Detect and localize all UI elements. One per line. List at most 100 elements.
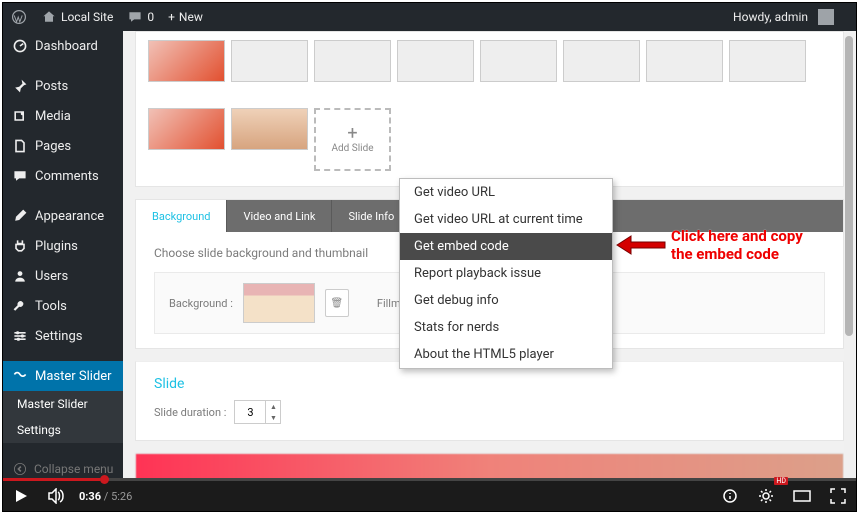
yt-play-button[interactable] [3, 481, 39, 511]
background-label: Background : [169, 297, 233, 310]
slide-thumb-8[interactable] [729, 40, 806, 82]
sidebar-item-label: Comments [35, 169, 99, 184]
ctx-about-html5[interactable]: About the HTML5 player [400, 341, 612, 368]
slide-duration-spinner[interactable]: ▲▼ [234, 400, 281, 424]
ctx-get-video-url-current[interactable]: Get video URL at current time [400, 206, 612, 233]
yt-watch-later-button[interactable] [712, 481, 748, 511]
volume-icon [48, 488, 66, 504]
adminbar-account[interactable]: Howdy, admin [733, 9, 834, 25]
yt-fullscreen-button[interactable] [820, 481, 856, 511]
yt-settings-button[interactable]: HD [748, 481, 784, 511]
trash-icon: 🗑 [331, 298, 344, 309]
admin-sidebar: Dashboard Posts Media Pages Comments App… [3, 31, 123, 481]
yt-duration: 5:26 [111, 490, 132, 503]
yt-current-time: 0:36 [79, 490, 101, 503]
slide-thumb-5[interactable] [480, 40, 557, 82]
sidebar-item-comments[interactable]: Comments [3, 161, 123, 191]
ctx-label: Get video URL [414, 185, 495, 200]
tab-label: Slide Info [348, 210, 394, 223]
comment-icon [12, 168, 28, 184]
sidebar-item-label: Posts [35, 79, 68, 94]
spinner-down[interactable]: ▼ [266, 412, 280, 423]
slide-preview-image [135, 453, 844, 481]
page-icon [12, 138, 28, 154]
tutorial-annotation: Click here and copy the embed code [615, 227, 803, 263]
sidebar-item-plugins[interactable]: Plugins [3, 231, 123, 261]
sidebar-item-settings[interactable]: Settings [3, 321, 123, 351]
adminbar-new-label: New [179, 10, 203, 24]
yt-theater-button[interactable] [784, 481, 820, 511]
yt-progress-bar[interactable] [3, 478, 856, 481]
content-scrollbar[interactable] [844, 33, 854, 479]
submenu-label: Settings [17, 423, 61, 437]
slides-panel: #1◉ ⧉ 🗑 #2◉ ⧉ 🗑 #3◉ ⧉ 🗑 #4◉ ⧉ 🗑 #5◉ ⧉ 🗑 … [135, 31, 844, 187]
pin-icon [12, 78, 28, 94]
adminbar-comments[interactable]: 0 [127, 9, 154, 25]
slide-thumb-2[interactable] [231, 40, 308, 82]
adminbar-site-name: Local Site [61, 10, 113, 24]
plug-icon [12, 238, 28, 254]
background-thumbnail[interactable] [243, 283, 315, 323]
ctx-get-debug-info[interactable]: Get debug info [400, 287, 612, 314]
adminbar-wp-logo[interactable] [11, 9, 27, 25]
ctx-get-video-url[interactable]: Get video URL [400, 179, 612, 206]
ctx-stats-for-nerds[interactable]: Stats for nerds [400, 314, 612, 341]
slide-settings: Slide duration : ▲▼ [135, 392, 844, 441]
slide-thumb-4[interactable] [397, 40, 474, 82]
scrollbar-thumb[interactable] [845, 36, 853, 336]
comment-icon [127, 9, 143, 25]
sidebar-item-label: Plugins [35, 239, 78, 254]
sidebar-item-appearance[interactable]: Appearance [3, 201, 123, 231]
master-slider-icon [12, 368, 28, 384]
submenu-ms-settings[interactable]: Settings [3, 417, 123, 443]
adminbar-new[interactable]: + New [168, 10, 203, 24]
wp-admin-bar: Local Site 0 + New Howdy, admin [3, 3, 856, 31]
sidebar-item-tools[interactable]: Tools [3, 291, 123, 321]
slide-thumb-3[interactable] [314, 40, 391, 82]
tab-background[interactable]: Background [136, 200, 227, 232]
sidebar-item-label: Appearance [35, 209, 104, 224]
youtube-context-menu: Get video URL Get video URL at current t… [399, 178, 613, 369]
slide-thumb-6[interactable] [563, 40, 640, 82]
sidebar-item-master-slider[interactable]: Master Slider [3, 361, 123, 391]
sidebar-item-label: Pages [35, 139, 71, 154]
collapse-label: Collapse menu [34, 462, 113, 476]
tab-video-and-link[interactable]: Video and Link [227, 200, 332, 232]
slide-thumb-10[interactable] [231, 108, 308, 150]
sidebar-item-label: Settings [35, 329, 82, 344]
slide-duration-label: Slide duration : [154, 406, 226, 419]
arrow-left-icon [615, 232, 667, 258]
ctx-report-playback[interactable]: Report playback issue [400, 260, 612, 287]
slide-thumb-1[interactable] [148, 40, 225, 82]
sidebar-item-posts[interactable]: Posts [3, 71, 123, 101]
gear-icon [758, 488, 774, 504]
wordpress-icon [11, 9, 27, 25]
remove-background-button[interactable]: 🗑 [325, 289, 349, 317]
brush-icon [12, 208, 28, 224]
sidebar-item-label: Dashboard [35, 39, 98, 54]
play-icon [13, 488, 29, 504]
submenu-label: Master Slider [17, 397, 88, 411]
sidebar-item-media[interactable]: Media [3, 101, 123, 131]
yt-volume-button[interactable] [39, 481, 75, 511]
avatar [818, 9, 834, 25]
adminbar-comment-count: 0 [147, 10, 154, 24]
sidebar-item-dashboard[interactable]: Dashboard [3, 31, 123, 61]
slide-thumb-7[interactable] [646, 40, 723, 82]
fullscreen-icon [830, 488, 846, 504]
ctx-label: Get video URL at current time [414, 212, 583, 227]
ctx-get-embed-code[interactable]: Get embed code [400, 233, 612, 260]
info-icon [722, 488, 738, 504]
spinner-up[interactable]: ▲ [266, 401, 280, 412]
add-slide-button[interactable]: +Add Slide [314, 108, 391, 171]
slide-thumb-9[interactable] [148, 108, 225, 150]
home-icon [41, 9, 57, 25]
tab-label: Video and Link [243, 210, 315, 223]
submenu-master-slider[interactable]: Master Slider [3, 391, 123, 417]
sidebar-item-pages[interactable]: Pages [3, 131, 123, 161]
ctx-label: About the HTML5 player [414, 347, 554, 362]
sidebar-item-users[interactable]: Users [3, 261, 123, 291]
adminbar-site[interactable]: Local Site [41, 9, 113, 25]
slide-duration-input[interactable] [235, 401, 265, 423]
hd-badge: HD [774, 477, 788, 485]
